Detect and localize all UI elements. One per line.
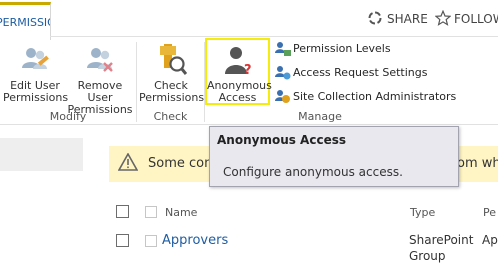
warning-text-start: Some cont — [148, 156, 218, 171]
share-button[interactable]: SHARE — [387, 12, 428, 26]
svg-text:?: ? — [244, 63, 252, 76]
site-collection-admins-label: Site Collection Administrators — [293, 90, 457, 103]
tooltip-title: Anonymous Access — [217, 133, 346, 147]
access-request-settings-label: Access Request Settings — [293, 66, 428, 79]
warning-icon — [117, 152, 139, 171]
column-header-permissions[interactable]: Pe — [483, 206, 496, 219]
edit-user-permissions-line2: Permissions — [3, 91, 69, 104]
site-admins-icon — [275, 89, 291, 105]
column-header-name[interactable]: Name — [165, 206, 197, 219]
row-type-line1: SharePoint — [409, 233, 474, 247]
edit-users-icon — [19, 44, 51, 76]
access-request-settings-button[interactable]: Access Request Settings — [275, 64, 475, 82]
star-icon[interactable] — [434, 9, 452, 26]
check-permissions-icon — [155, 44, 188, 76]
anonymous-access-line2: Access — [218, 91, 257, 104]
tooltip-body: Configure anonymous access. — [223, 165, 403, 179]
row-type-line2: Group — [409, 249, 446, 263]
column-header-type[interactable]: Type — [410, 206, 435, 219]
group-label-modify: Modify — [49, 110, 87, 123]
permission-levels-icon — [275, 41, 291, 57]
permission-levels-button[interactable]: Permission Levels — [275, 40, 475, 58]
permission-levels-label: Permission Levels — [293, 42, 391, 55]
check-permissions-line2: Permissions — [139, 91, 205, 104]
row-item-checkbox[interactable] — [145, 235, 157, 247]
group-label-manage: Manage — [298, 110, 342, 123]
anonymous-access-button[interactable]: ? Anonymous Access — [207, 44, 272, 104]
select-all-checkbox[interactable] — [116, 205, 129, 218]
tooltip: Anonymous Access Configure anonymous acc… — [209, 126, 459, 187]
group-label-check: Check — [153, 110, 188, 123]
row-checkbox[interactable] — [116, 234, 129, 247]
row-permissions: Ap — [482, 233, 498, 247]
header-item-checkbox[interactable] — [145, 206, 157, 218]
share-icon[interactable] — [367, 10, 383, 26]
follow-button[interactable]: FOLLOW — [454, 12, 498, 26]
anonymous-user-icon: ? — [222, 44, 254, 78]
access-request-icon — [275, 65, 291, 81]
tab-row-divider — [50, 36, 498, 37]
tab-permissions[interactable]: PERMISSIONS — [0, 2, 51, 40]
approvers-link[interactable]: Approvers — [162, 233, 228, 248]
left-nav-panel — [0, 138, 83, 171]
site-collection-admins-button[interactable]: Site Collection Administrators — [275, 88, 495, 106]
remove-users-icon — [84, 44, 116, 76]
check-permissions-button[interactable]: Check Permissions — [139, 44, 205, 104]
warning-text-end: om wha — [457, 156, 498, 171]
edit-user-permissions-button[interactable]: Edit User Permissions — [3, 44, 69, 104]
remove-user-permissions-line1: Remove User — [77, 79, 123, 104]
ribbon-bottom-border — [0, 124, 498, 125]
remove-user-permissions-button[interactable]: Remove User Permissions — [67, 44, 133, 116]
